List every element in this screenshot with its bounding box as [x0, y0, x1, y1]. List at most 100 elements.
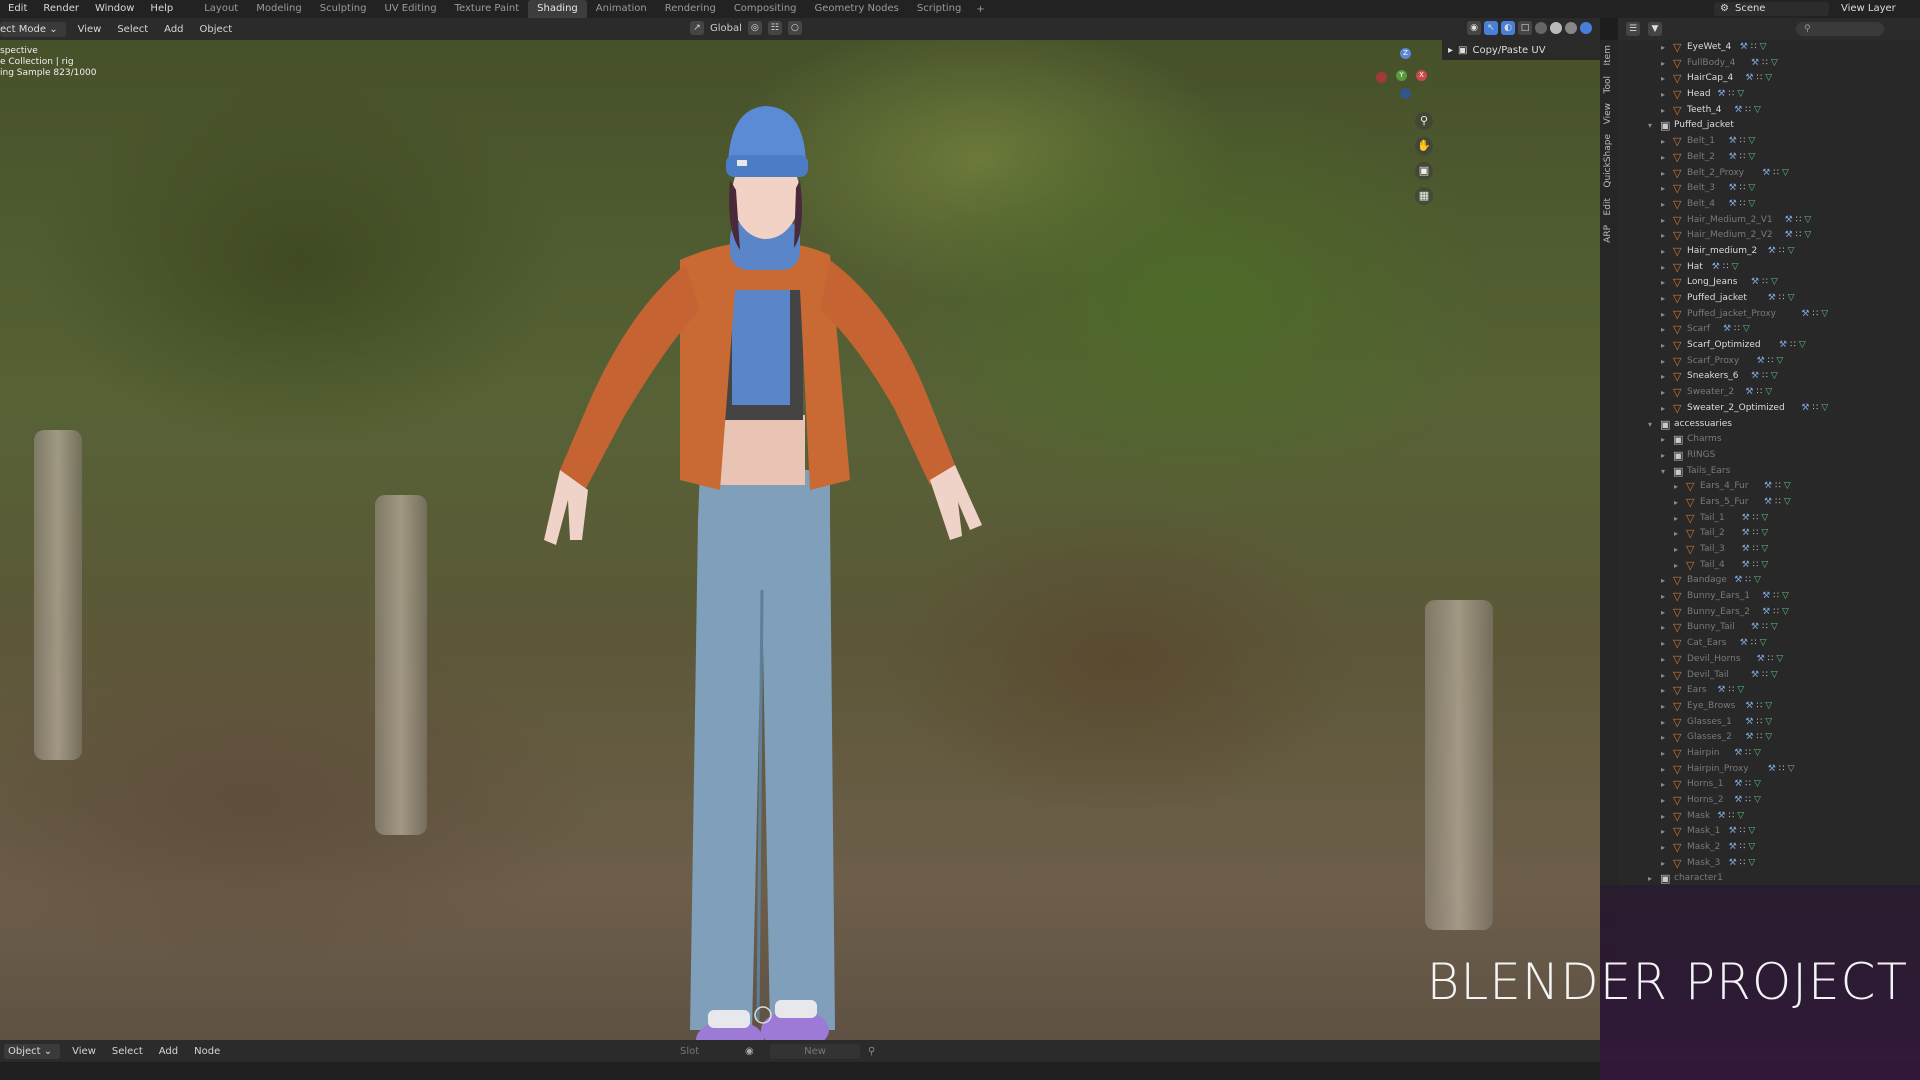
expand-closed-icon[interactable]: ▸ — [1661, 213, 1665, 229]
tab-scripting[interactable]: Scripting — [908, 0, 970, 18]
expand-closed-icon[interactable]: ▸ — [1661, 762, 1665, 778]
modifier-icon[interactable]: ⚒ — [1751, 371, 1762, 381]
expand-closed-icon[interactable]: ▸ — [1674, 558, 1678, 574]
view-layer-selector[interactable]: View Layer — [1835, 2, 1920, 16]
mesh-data-icon[interactable]: ▽ — [1782, 607, 1792, 617]
outliner-object-row[interactable]: ▸ ▽ FullBody_4 ⚒∷▽ — [1618, 56, 1920, 72]
mesh-data-icon[interactable]: ▽ — [1748, 199, 1758, 209]
expand-closed-icon[interactable]: ▸ — [1661, 793, 1665, 809]
menu-render[interactable]: Render — [35, 0, 87, 18]
outliner-object-row[interactable]: ▸ ▽ Belt_2 ⚒∷▽ — [1618, 150, 1920, 166]
outliner-object-row[interactable]: ▸ ▽ Hair_Medium_2_V2 ⚒∷▽ — [1618, 228, 1920, 244]
modifier-icon[interactable]: ⚒ — [1740, 42, 1751, 52]
modifier-icon[interactable]: ⚒ — [1745, 701, 1756, 711]
mesh-data-icon[interactable]: ▽ — [1771, 277, 1781, 287]
expand-closed-icon[interactable]: ▸ — [1661, 260, 1665, 276]
modifier-icon[interactable]: ⚒ — [1742, 513, 1753, 523]
expand-closed-icon[interactable]: ▸ — [1661, 56, 1665, 72]
viewport-menu-view[interactable]: View — [70, 24, 110, 35]
expand-closed-icon[interactable]: ▸ — [1661, 620, 1665, 636]
outliner-object-row[interactable]: ▸ ▽ Tail_2 ⚒∷▽ — [1618, 526, 1920, 542]
viewport-menu-select[interactable]: Select — [109, 24, 156, 35]
modifier-icon[interactable]: ⚒ — [1742, 544, 1753, 554]
visibility-icon[interactable]: ◉ — [1467, 21, 1481, 35]
expand-closed-icon[interactable]: ▸ — [1661, 307, 1665, 323]
modifier-icon[interactable]: ⚒ — [1745, 732, 1756, 742]
modifier-icon[interactable]: ⚒ — [1762, 168, 1773, 178]
modifier-icon[interactable]: ⚒ — [1734, 779, 1745, 789]
outliner-object-row[interactable]: ▸ ▽ Horns_1 ⚒∷▽ — [1618, 777, 1920, 793]
modifier-icon[interactable]: ⚒ — [1712, 262, 1723, 272]
modifier-icon[interactable]: ⚒ — [1779, 340, 1790, 350]
mesh-data-icon[interactable]: ▽ — [1754, 748, 1764, 758]
expand-closed-icon[interactable]: ▸ — [1661, 369, 1665, 385]
outliner-object-row[interactable]: ▸ ▽ Scarf_Proxy ⚒∷▽ — [1618, 354, 1920, 370]
tab-tool[interactable]: Tool — [1603, 71, 1613, 98]
expand-closed-icon[interactable]: ▸ — [1661, 432, 1665, 448]
modifier-icon[interactable]: ⚒ — [1742, 560, 1753, 570]
gizmo-y-axis[interactable]: Y — [1396, 70, 1407, 81]
mesh-data-icon[interactable]: ▽ — [1760, 42, 1770, 52]
expand-closed-icon[interactable]: ▸ — [1661, 605, 1665, 621]
expand-closed-icon[interactable]: ▸ — [1661, 150, 1665, 166]
new-material-button[interactable]: New — [770, 1043, 860, 1059]
tab-shading[interactable]: Shading — [528, 0, 587, 18]
expand-closed-icon[interactable]: ▸ — [1661, 777, 1665, 793]
modifier-icon[interactable]: ⚒ — [1785, 230, 1796, 240]
mesh-data-icon[interactable]: ▽ — [1748, 858, 1758, 868]
modifier-icon[interactable]: ⚒ — [1717, 811, 1728, 821]
outliner-object-row[interactable]: ▸ ▽ Belt_3 ⚒∷▽ — [1618, 181, 1920, 197]
outliner-collection-row[interactable]: ▾ ▣ accessuaries — [1618, 417, 1920, 433]
camera-view-icon[interactable]: ▣ — [1415, 162, 1433, 180]
tab-uv-editing[interactable]: UV Editing — [375, 0, 445, 18]
outliner-object-row[interactable]: ▸ ▽ Bunny_Ears_2 ⚒∷▽ — [1618, 605, 1920, 621]
mesh-data-icon[interactable]: ▽ — [1788, 293, 1798, 303]
material-preview-icon[interactable] — [1565, 22, 1577, 34]
modifier-icon[interactable]: ⚒ — [1717, 685, 1728, 695]
mesh-data-icon[interactable]: ▽ — [1748, 136, 1758, 146]
mesh-data-icon[interactable]: ▽ — [1754, 105, 1764, 115]
zoom-icon[interactable]: ⚲ — [1415, 112, 1433, 130]
mesh-data-icon[interactable]: ▽ — [1761, 544, 1771, 554]
outliner-object-row[interactable]: ▸ ▽ Tail_1 ⚒∷▽ — [1618, 511, 1920, 527]
mesh-data-icon[interactable]: ▽ — [1771, 622, 1781, 632]
expand-closed-icon[interactable]: ▸ — [1661, 40, 1665, 56]
tab-quickshape[interactable]: QuickShape — [1603, 129, 1613, 193]
tab-edit[interactable]: Edit — [1603, 193, 1613, 220]
modifier-icon[interactable]: ⚒ — [1745, 73, 1756, 83]
menu-help[interactable]: Help — [142, 0, 181, 18]
outliner-object-row[interactable]: ▸ ▽ Glasses_1 ⚒∷▽ — [1618, 715, 1920, 731]
outliner-object-row[interactable]: ▸ ▽ Head ⚒∷▽ — [1618, 87, 1920, 103]
modifier-icon[interactable]: ⚒ — [1729, 858, 1740, 868]
modifier-icon[interactable]: ⚒ — [1762, 591, 1773, 601]
mesh-data-icon[interactable]: ▽ — [1776, 356, 1786, 366]
expand-closed-icon[interactable]: ▸ — [1661, 652, 1665, 668]
expand-open-icon[interactable]: ▾ — [1648, 118, 1652, 134]
tab-animation[interactable]: Animation — [587, 0, 656, 18]
transform-orientation-dropdown[interactable]: Global — [710, 23, 742, 34]
expand-closed-icon[interactable]: ▸ — [1661, 228, 1665, 244]
expand-closed-icon[interactable]: ▸ — [1661, 181, 1665, 197]
gizmo-neg-x-axis[interactable] — [1376, 72, 1387, 83]
expand-closed-icon[interactable]: ▸ — [1661, 166, 1665, 182]
mesh-data-icon[interactable]: ▽ — [1804, 230, 1814, 240]
tab-geometry-nodes[interactable]: Geometry Nodes — [806, 0, 908, 18]
scene-selector[interactable]: ⚙ Scene — [1714, 2, 1829, 16]
mesh-data-icon[interactable]: ▽ — [1782, 168, 1792, 178]
outliner-object-row[interactable]: ▸ ▽ Hair_Medium_2_V1 ⚒∷▽ — [1618, 213, 1920, 229]
outliner-object-row[interactable]: ▸ ▽ Mask_2 ⚒∷▽ — [1618, 840, 1920, 856]
modifier-icon[interactable]: ⚒ — [1729, 826, 1740, 836]
modifier-icon[interactable]: ⚒ — [1729, 136, 1740, 146]
expand-closed-icon[interactable]: ▸ — [1661, 668, 1665, 684]
outliner-object-row[interactable]: ▸ ▽ Mask ⚒∷▽ — [1618, 809, 1920, 825]
outliner-object-row[interactable]: ▸ ▽ Ears ⚒∷▽ — [1618, 683, 1920, 699]
tab-item[interactable]: Item — [1603, 40, 1613, 71]
outliner-object-row[interactable]: ▸ ▽ HairCap_4 ⚒∷▽ — [1618, 71, 1920, 87]
proportional-editing-icon[interactable]: ○ — [787, 21, 802, 35]
tab-view[interactable]: View — [1603, 98, 1613, 129]
outliner-object-row[interactable]: ▸ ▽ Tail_3 ⚒∷▽ — [1618, 542, 1920, 558]
mesh-data-icon[interactable]: ▽ — [1784, 481, 1794, 491]
outliner-object-row[interactable]: ▸ ▽ Cat_Ears ⚒∷▽ — [1618, 636, 1920, 652]
add-workspace-button[interactable]: + — [970, 4, 990, 15]
modifier-icon[interactable]: ⚒ — [1757, 356, 1768, 366]
